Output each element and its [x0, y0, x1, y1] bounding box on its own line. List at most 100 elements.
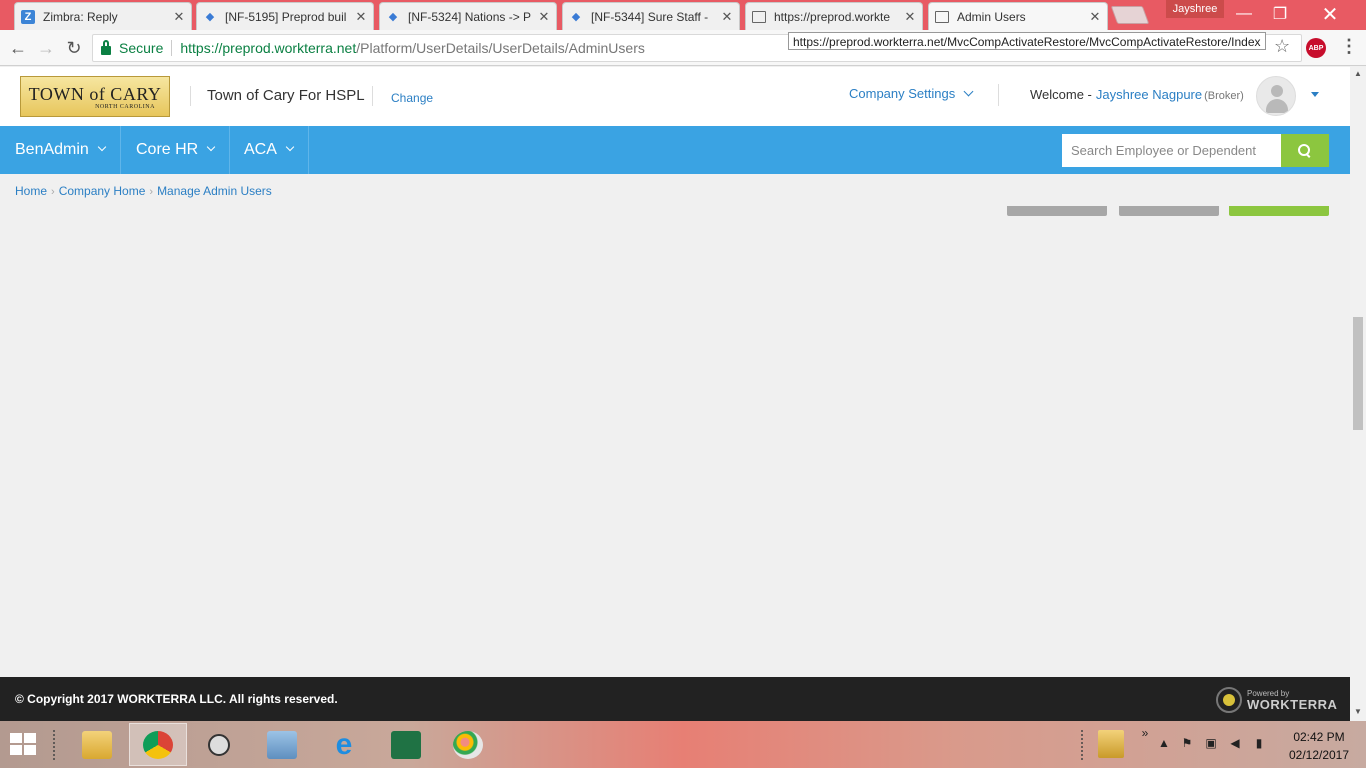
workterra-brand: WORKTERRA: [1247, 696, 1338, 712]
tab-title: [NF-5324] Nations -> P: [408, 9, 532, 24]
page-scrollbar[interactable]: ▲ ▼: [1350, 67, 1366, 721]
search-input[interactable]: [1062, 134, 1281, 167]
app-header: TOWN of CARY NORTH CAROLINA Town of Cary…: [0, 67, 1350, 126]
close-tab-icon[interactable]: ✕: [355, 9, 367, 25]
browser-tab-nf5324[interactable]: ◆ [NF-5324] Nations -> P ✕: [379, 2, 557, 30]
bookmark-star-icon[interactable]: ☆: [1274, 36, 1290, 57]
breadcrumb-separator: ›: [51, 186, 55, 198]
divider: [190, 86, 191, 106]
minimize-icon[interactable]: —: [1226, 0, 1262, 28]
page-viewport: TOWN of CARY NORTH CAROLINA Town of Cary…: [0, 67, 1350, 721]
nav-benadmin[interactable]: BenAdmin: [0, 126, 121, 174]
change-company-link[interactable]: Change: [391, 91, 433, 105]
chevron-down-icon: [963, 86, 974, 97]
chevron-down-icon: [285, 142, 295, 152]
close-tab-icon[interactable]: ✕: [173, 9, 185, 25]
profile-button[interactable]: Jayshree: [1166, 0, 1224, 18]
tab-title: [NF-5344] Sure Staff -: [591, 9, 709, 24]
user-role: (Broker): [1204, 90, 1244, 102]
system-clock[interactable]: 02:42 PM 02/12/2017: [1282, 728, 1356, 764]
user-menu-caret-icon[interactable]: [1311, 92, 1319, 97]
user-icon: [1271, 85, 1283, 97]
file-explorer-icon[interactable]: [68, 723, 126, 766]
breadcrumb-company-home[interactable]: Company Home: [59, 184, 146, 198]
company-settings-menu[interactable]: Company Settings: [849, 86, 974, 101]
powered-by-workterra: Powered by WORKTERRA: [1216, 685, 1337, 715]
tab-title: Admin Users: [957, 9, 1026, 24]
browser-tab-nf5195[interactable]: ◆ [NF-5195] Preprod buil ✕: [196, 2, 374, 30]
show-hidden-icons-icon[interactable]: ▲: [1157, 736, 1171, 750]
page-icon: [752, 10, 766, 23]
welcome-text: Welcome - Jayshree Nagpure (Broker): [1030, 87, 1244, 102]
user-name-link[interactable]: Jayshree Nagpure: [1096, 87, 1202, 102]
link-hover-url: https://preprod.workterra.net/MvcCompAct…: [788, 32, 1266, 50]
close-tab-icon[interactable]: ✕: [904, 9, 916, 25]
nav-core-hr[interactable]: Core HR: [121, 126, 231, 174]
network-icon[interactable]: ▣: [1204, 736, 1218, 750]
flag-icon[interactable]: ⚑: [1180, 736, 1194, 750]
close-tab-icon[interactable]: ✕: [721, 9, 733, 25]
close-tab-icon[interactable]: ✕: [538, 9, 550, 25]
breadcrumb: Home › Company Home › Manage Admin Users: [15, 184, 272, 198]
company-settings-label: Company Settings: [849, 86, 956, 101]
browser-tab-zimbra[interactable]: Z Zimbra: Reply ✕: [14, 2, 192, 30]
internet-explorer-icon[interactable]: e: [315, 723, 373, 766]
nav-label: ACA: [244, 141, 277, 158]
chevron-right-icon[interactable]: »: [1138, 726, 1152, 740]
nav-label: Core HR: [136, 141, 199, 158]
workterra-logo-icon: [1216, 687, 1242, 713]
browser-tab-admin-users[interactable]: Admin Users ✕: [928, 2, 1108, 30]
paint-icon[interactable]: [439, 723, 497, 766]
logo-subtext: NORTH CAROLINA: [95, 103, 155, 110]
lock-icon: [101, 39, 111, 55]
divider: [372, 86, 373, 106]
url-path: /Platform/UserDetails/UserDetails/AdminU…: [356, 40, 645, 56]
jira-icon: ◆: [205, 11, 215, 23]
volume-icon[interactable]: ◀: [1228, 736, 1242, 750]
divider: [998, 84, 999, 106]
adblock-icon[interactable]: ABP: [1306, 38, 1326, 58]
action-button-green[interactable]: [1229, 206, 1329, 216]
company-logo[interactable]: TOWN of CARY NORTH CAROLINA: [20, 76, 170, 117]
breadcrumb-home[interactable]: Home: [15, 184, 47, 198]
browser-tab-preprod[interactable]: https://preprod.workte ✕: [745, 2, 923, 30]
nav-label: BenAdmin: [15, 141, 89, 158]
windows-start-icon[interactable]: [10, 733, 38, 757]
notebook-app-icon[interactable]: [253, 723, 311, 766]
secure-label: Secure: [119, 40, 164, 56]
battery-icon[interactable]: ▮: [1252, 736, 1266, 750]
folder-icon[interactable]: [1098, 730, 1124, 758]
excel-icon[interactable]: [377, 723, 435, 766]
url-host: https://preprod.workterra.net: [180, 40, 357, 56]
nav-aca[interactable]: ACA: [229, 126, 309, 174]
forward-arrow-icon[interactable]: →: [34, 36, 58, 60]
browser-tab-strip: Z Zimbra: Reply ✕ ◆ [NF-5195] Preprod bu…: [0, 0, 1366, 30]
clock-date: 02/12/2017: [1288, 748, 1350, 762]
employee-search: [1062, 134, 1329, 167]
search-button[interactable]: [1281, 134, 1329, 167]
browser-menu-icon[interactable]: ⋮: [1340, 36, 1358, 57]
action-button-gray-2[interactable]: [1119, 206, 1219, 216]
maximize-icon[interactable]: ❐: [1262, 0, 1298, 28]
welcome-prefix: Welcome -: [1030, 87, 1092, 102]
close-window-icon[interactable]: ✕: [1312, 0, 1348, 28]
scroll-down-icon[interactable]: ▼: [1353, 707, 1363, 716]
chrome-icon[interactable]: [129, 723, 187, 766]
page-footer: © Copyright 2017 WORKTERRA LLC. All righ…: [0, 677, 1350, 721]
close-tab-icon[interactable]: ✕: [1089, 9, 1101, 25]
breadcrumb-manage-admin-users[interactable]: Manage Admin Users: [157, 184, 272, 198]
scroll-up-icon[interactable]: ▲: [1353, 69, 1363, 78]
avatar[interactable]: [1256, 76, 1296, 116]
browser-tab-nf5344[interactable]: ◆ [NF-5344] Sure Staff - ✕: [562, 2, 740, 30]
scrollbar-thumb[interactable]: [1353, 317, 1363, 430]
back-arrow-icon[interactable]: ←: [6, 36, 30, 60]
new-tab-button[interactable]: [1110, 6, 1150, 24]
tab-title: [NF-5195] Preprod buil: [225, 9, 347, 24]
magnifier-app-icon[interactable]: [190, 723, 248, 766]
company-name: Town of Cary For HSPL: [207, 87, 365, 104]
taskbar-grip: [52, 729, 56, 761]
action-button-gray-1[interactable]: [1007, 206, 1107, 216]
tab-title: Zimbra: Reply: [43, 9, 118, 24]
logo-text: TOWN of CARY: [28, 83, 162, 104]
reload-icon[interactable]: ↻: [62, 36, 86, 60]
